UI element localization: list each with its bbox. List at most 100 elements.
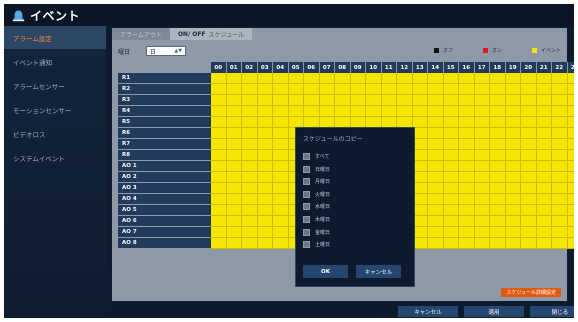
row-label[interactable]: AO 2 (118, 172, 211, 183)
schedule-cell[interactable] (443, 128, 459, 139)
schedule-cell[interactable] (505, 95, 521, 106)
schedule-cell[interactable] (211, 150, 227, 161)
schedule-cell[interactable] (226, 216, 242, 227)
schedule-cell[interactable] (459, 194, 475, 205)
row-label[interactable]: R5 (118, 117, 211, 128)
schedule-cell[interactable] (443, 117, 459, 128)
schedule-cell[interactable] (567, 106, 574, 117)
schedule-cell[interactable] (226, 161, 242, 172)
schedule-cell[interactable] (505, 205, 521, 216)
schedule-cell[interactable] (505, 161, 521, 172)
schedule-cell[interactable] (319, 84, 335, 95)
schedule-cell[interactable] (521, 73, 537, 84)
schedule-cell[interactable] (257, 106, 273, 117)
schedule-cell[interactable] (505, 194, 521, 205)
schedule-cell[interactable] (273, 194, 289, 205)
schedule-cell[interactable] (459, 73, 475, 84)
schedule-cell[interactable] (428, 128, 444, 139)
schedule-cell[interactable] (459, 117, 475, 128)
schedule-cell[interactable] (459, 216, 475, 227)
hour-header-cell[interactable]: 23 (567, 62, 574, 73)
sidebar-item-video-loss[interactable]: ビデオロス (4, 122, 106, 145)
hour-header-cell[interactable]: 05 (288, 62, 304, 73)
schedule-cell[interactable] (536, 238, 552, 249)
schedule-cell[interactable] (567, 238, 574, 249)
schedule-cell[interactable] (428, 150, 444, 161)
schedule-cell[interactable] (567, 84, 574, 95)
hour-header-cell[interactable]: 18 (490, 62, 506, 73)
schedule-cell[interactable] (567, 183, 574, 194)
schedule-cell[interactable] (211, 117, 227, 128)
schedule-cell[interactable] (505, 183, 521, 194)
row-label[interactable]: R6 (118, 128, 211, 139)
schedule-cell[interactable] (273, 183, 289, 194)
schedule-cell[interactable] (242, 117, 258, 128)
hour-header-cell[interactable]: 11 (381, 62, 397, 73)
schedule-cell[interactable] (226, 73, 242, 84)
schedule-cell[interactable] (428, 139, 444, 150)
checkbox[interactable] (303, 153, 310, 160)
schedule-cell[interactable] (443, 227, 459, 238)
schedule-cell[interactable] (304, 73, 320, 84)
schedule-cell[interactable] (273, 161, 289, 172)
schedule-cell[interactable] (459, 172, 475, 183)
tab-onoff-schedule[interactable]: ON/ OFF スケジュール (169, 28, 253, 40)
schedule-cell[interactable] (381, 84, 397, 95)
schedule-cell[interactable] (428, 84, 444, 95)
schedule-cell[interactable] (226, 205, 242, 216)
schedule-cell[interactable] (459, 95, 475, 106)
row-label[interactable]: AO 4 (118, 194, 211, 205)
schedule-cell[interactable] (412, 95, 428, 106)
schedule-cell[interactable] (490, 172, 506, 183)
schedule-cell[interactable] (490, 84, 506, 95)
schedule-cell[interactable] (505, 139, 521, 150)
schedule-cell[interactable] (567, 73, 574, 84)
row-label[interactable]: R1 (118, 73, 211, 84)
schedule-cell[interactable] (242, 150, 258, 161)
schedule-cell[interactable] (505, 216, 521, 227)
schedule-cell[interactable] (428, 205, 444, 216)
schedule-cell[interactable] (552, 227, 568, 238)
schedule-cell[interactable] (490, 227, 506, 238)
dialog-option[interactable]: 金曜日 (303, 227, 407, 238)
schedule-cell[interactable] (474, 117, 490, 128)
hour-header-cell[interactable]: 15 (443, 62, 459, 73)
schedule-cell[interactable] (474, 205, 490, 216)
schedule-cell[interactable] (211, 216, 227, 227)
schedule-cell[interactable] (335, 73, 351, 84)
schedule-cell[interactable] (521, 84, 537, 95)
schedule-cell[interactable] (257, 205, 273, 216)
day-dropdown[interactable]: 日 ▲▼ (146, 46, 187, 56)
schedule-cell[interactable] (567, 161, 574, 172)
schedule-cell[interactable] (226, 150, 242, 161)
schedule-cell[interactable] (350, 95, 366, 106)
schedule-cell[interactable] (428, 238, 444, 249)
schedule-cell[interactable] (474, 161, 490, 172)
schedule-cell[interactable] (242, 161, 258, 172)
schedule-cell[interactable] (273, 117, 289, 128)
schedule-cell[interactable] (211, 161, 227, 172)
schedule-cell[interactable] (505, 227, 521, 238)
schedule-cell[interactable] (552, 95, 568, 106)
schedule-cell[interactable] (443, 216, 459, 227)
schedule-cell[interactable] (257, 117, 273, 128)
schedule-cell[interactable] (412, 84, 428, 95)
schedule-cell[interactable] (211, 183, 227, 194)
schedule-cell[interactable] (257, 238, 273, 249)
schedule-cell[interactable] (273, 128, 289, 139)
schedule-cell[interactable] (521, 150, 537, 161)
schedule-cell[interactable] (521, 106, 537, 117)
schedule-cell[interactable] (443, 73, 459, 84)
hour-header-cell[interactable]: 10 (366, 62, 382, 73)
schedule-cell[interactable] (474, 106, 490, 117)
schedule-cell[interactable] (257, 128, 273, 139)
schedule-cell[interactable] (505, 84, 521, 95)
schedule-cell[interactable] (490, 139, 506, 150)
schedule-cell[interactable] (257, 161, 273, 172)
schedule-cell[interactable] (288, 95, 304, 106)
hour-header-cell[interactable]: 16 (459, 62, 475, 73)
dialog-option[interactable]: 火曜日 (303, 189, 407, 200)
schedule-cell[interactable] (490, 161, 506, 172)
schedule-cell[interactable] (397, 73, 413, 84)
schedule-cell[interactable] (536, 139, 552, 150)
